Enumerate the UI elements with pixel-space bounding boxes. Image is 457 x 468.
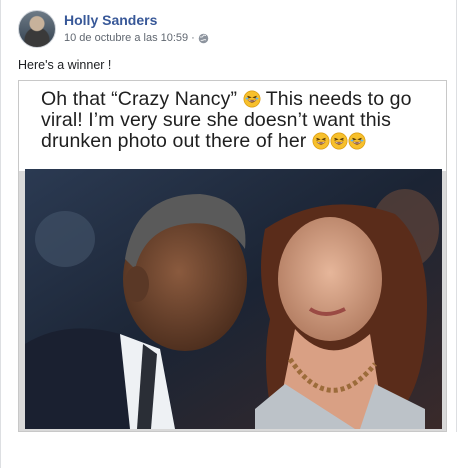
post-image[interactable]: Oh that “Crazy Nancy” This needs to go v… xyxy=(18,80,447,432)
laughing-emoji-icon xyxy=(312,132,330,150)
laughing-emoji-icon xyxy=(330,132,348,150)
post-footer xyxy=(1,432,457,468)
laughing-emoji-icon xyxy=(348,132,366,150)
meme-caption-part1: Oh that “Crazy Nancy” xyxy=(41,88,238,110)
globe-icon[interactable] xyxy=(198,33,209,44)
meme-caption-area: Oh that “Crazy Nancy” This needs to go v… xyxy=(19,81,446,171)
laughing-emoji-icon xyxy=(243,90,261,108)
meme-photo xyxy=(25,169,442,429)
author-avatar[interactable] xyxy=(18,10,56,48)
separator-dot: · xyxy=(191,32,195,44)
facebook-post: Holly Sanders 10 de octubre a las 10:59 … xyxy=(0,0,457,468)
post-subline: 10 de octubre a las 10:59 · xyxy=(64,30,209,46)
author-name[interactable]: Holly Sanders xyxy=(64,11,209,29)
post-timestamp[interactable]: 10 de octubre a las 10:59 xyxy=(64,30,188,46)
meme-caption: Oh that “Crazy Nancy” This needs to go v… xyxy=(41,88,446,152)
post-header: Holly Sanders 10 de octubre a las 10:59 … xyxy=(18,10,209,50)
post-text: Here's a winner ! xyxy=(18,58,112,72)
post-meta: Holly Sanders 10 de octubre a las 10:59 … xyxy=(64,11,209,46)
meme-photo-illustration xyxy=(25,169,442,429)
